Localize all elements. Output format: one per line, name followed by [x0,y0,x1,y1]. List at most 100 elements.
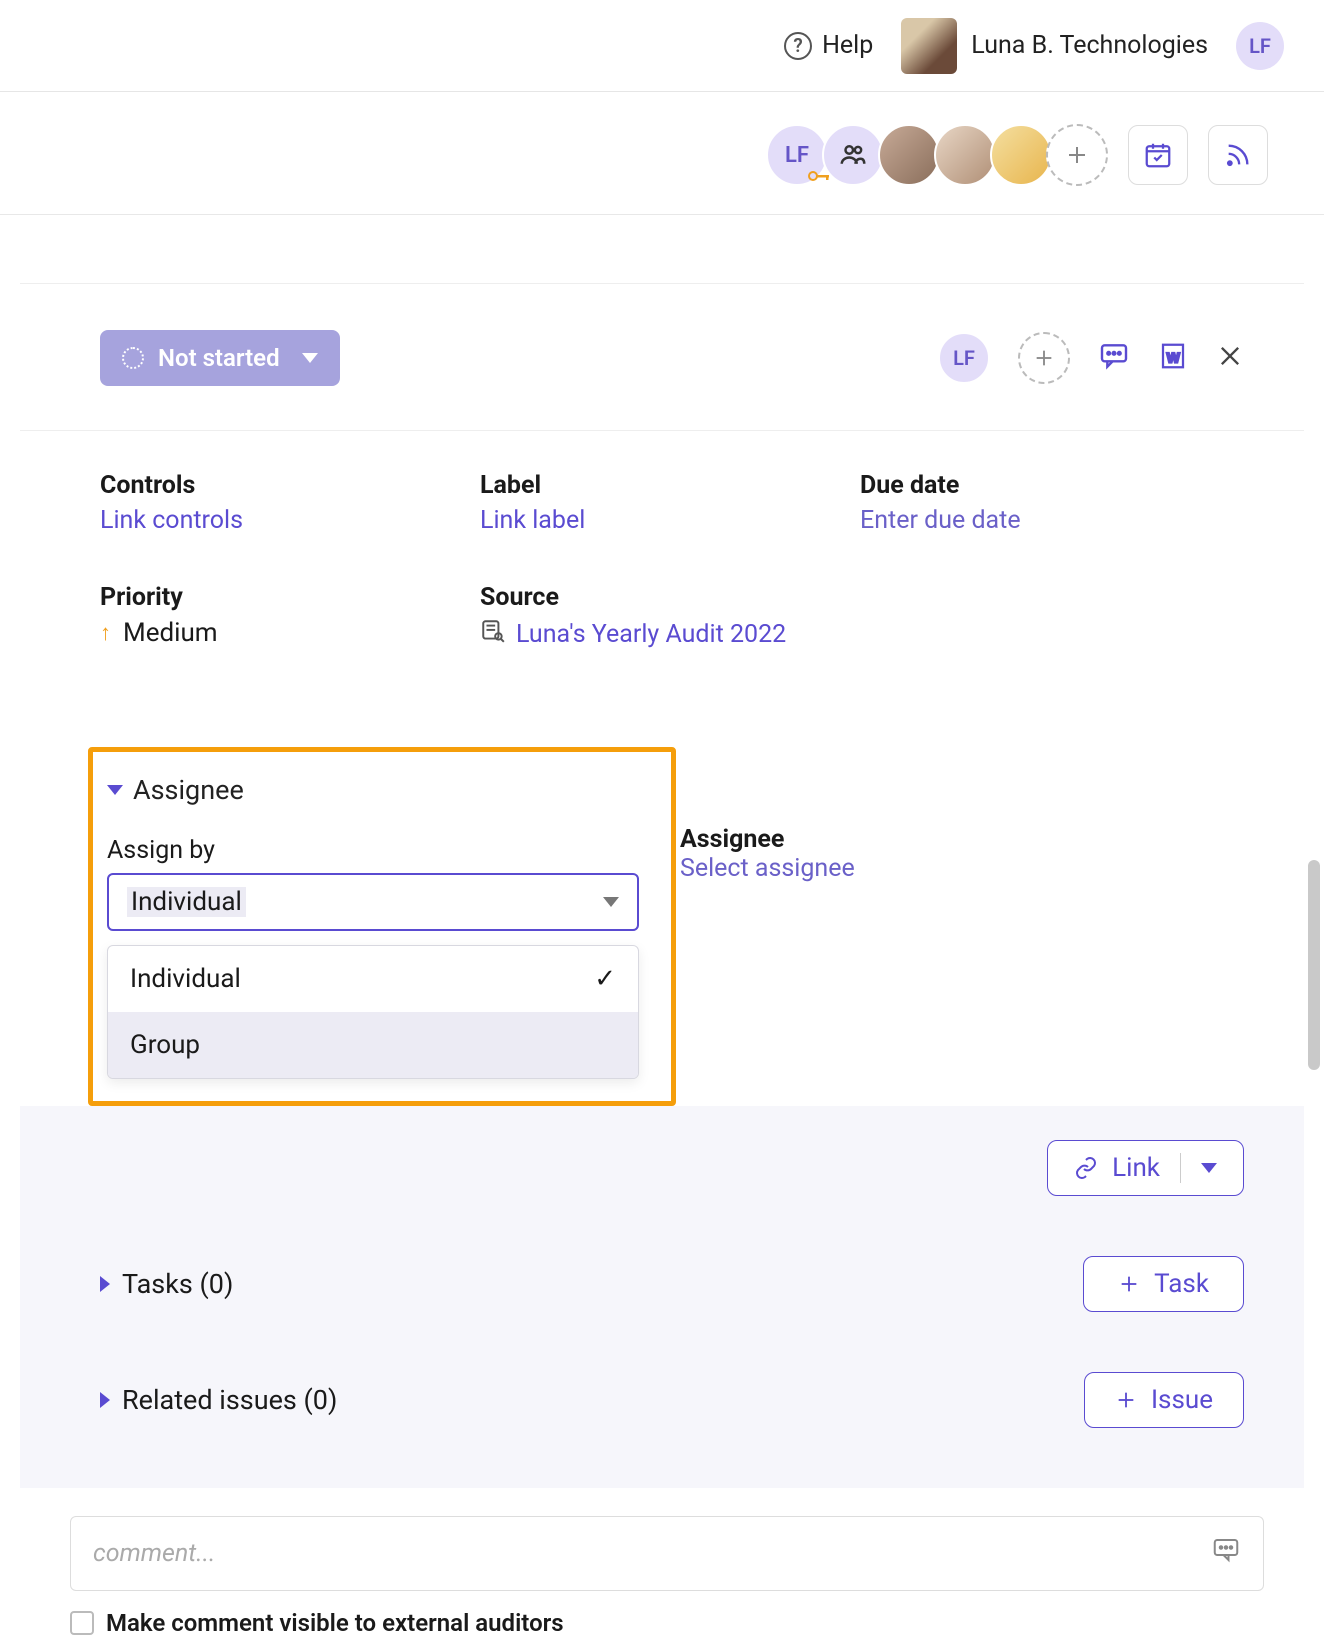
add-issue-button[interactable]: Issue [1084,1372,1244,1428]
assign-by-dropdown: Individual ✓ Group [107,945,639,1079]
avatar-initials: LF [785,143,809,168]
add-participant-button[interactable] [1046,124,1108,186]
field-priority: Priority ↑ Medium [100,583,480,651]
group-icon [838,140,868,170]
priority-value[interactable]: ↑ Medium [100,618,480,648]
button-label: Task [1154,1269,1209,1299]
field-source: Source Luna's Yearly Audit 2022 [480,583,1224,651]
company-logo [901,18,957,74]
plus-icon [1115,1389,1137,1411]
field-label: Due date [860,471,1224,500]
link-icon [1074,1156,1098,1180]
source-value[interactable]: Luna's Yearly Audit 2022 [480,618,1224,651]
caret-right-icon [100,1392,110,1408]
link-controls[interactable]: Link controls [100,506,480,535]
rss-button[interactable] [1208,125,1268,185]
current-user-avatar[interactable]: LF [1236,22,1284,70]
company-switcher[interactable]: Luna B. Technologies [901,18,1208,74]
svg-text:W: W [1167,350,1180,365]
status-dropdown[interactable]: Not started [100,330,340,386]
caret-right-icon [100,1276,110,1292]
button-label: Issue [1151,1385,1213,1415]
field-label-block: Label Link label [480,471,860,535]
assign-by-select[interactable]: Individual [107,873,639,931]
select-assignee[interactable]: Select assignee [680,854,855,883]
assign-by-label: Assign by [107,836,671,865]
related-section-toggle[interactable]: Related issues (0) [100,1384,337,1416]
participants-row: LF [0,92,1324,214]
assignee-right-column: Assignee Select assignee [680,825,855,883]
assign-by-value: Individual [127,887,246,917]
section-title: Related issues (0) [122,1384,337,1416]
avatar-initials: LF [1249,34,1271,58]
option-group[interactable]: Group [108,1012,638,1078]
close-icon [1216,342,1244,370]
fields-grid: Controls Link controls Label Link label … [20,430,1304,711]
related-section-row: Related issues (0) Issue [100,1342,1244,1458]
priority-text: Medium [123,618,218,648]
lower-sections: Links (0) Link Tasks (0) Task [20,1106,1304,1488]
comment-icon [1098,340,1130,372]
status-spinner-icon [122,347,144,369]
comment-input[interactable]: comment... [70,1516,1264,1591]
help-label: Help [822,31,873,60]
option-individual[interactable]: Individual ✓ [108,946,638,1012]
priority-arrow-icon: ↑ [100,620,111,646]
field-label: Controls [100,471,480,500]
status-label: Not started [158,344,280,372]
section-title: Tasks (0) [122,1268,233,1300]
assignee-section-title: Assignee [133,774,244,806]
assignee-section-toggle[interactable]: Assignee [107,774,671,806]
calendar-check-icon [1143,140,1173,170]
add-owner-button[interactable] [1018,332,1070,384]
enter-due-date[interactable]: Enter due date [860,506,1224,535]
avatar-user-2[interactable] [934,124,996,186]
company-name: Luna B. Technologies [971,31,1208,60]
avatar-group[interactable] [822,124,884,186]
comment-placeholder: comment... [93,1539,215,1568]
comment-icon-button[interactable] [1098,340,1130,376]
main-panel: Not started LF W [20,283,1304,1106]
caret-down-icon [603,897,619,907]
add-task-button[interactable]: Task [1083,1256,1244,1312]
link-button[interactable]: Link [1047,1140,1244,1196]
scrollbar-thumb[interactable] [1308,860,1320,1070]
bookmark-icon-button[interactable]: W [1158,341,1188,375]
avatar-user-1[interactable] [878,124,940,186]
divider [1180,1153,1181,1183]
check-icon: ✓ [594,964,616,994]
close-button[interactable] [1216,342,1244,374]
panel-header-actions: LF W [938,332,1244,384]
comment-area: comment... Make comment visible to exter… [70,1516,1264,1637]
option-label: Individual [130,964,241,994]
panel-owner-avatar[interactable]: LF [938,332,990,384]
field-label: Source [480,583,1224,612]
avatar-lf[interactable]: LF [766,124,828,186]
comment-visibility-row: Make comment visible to external auditor… [70,1609,1264,1637]
tasks-section-toggle[interactable]: Tasks (0) [100,1268,233,1300]
button-label: Link [1112,1153,1160,1183]
caret-down-icon [1201,1163,1217,1173]
main-panel-wrap: Not started LF W [0,214,1324,1637]
field-due-date: Due date Enter due date [860,471,1224,535]
assignee-section-highlight: Assignee Assign by Individual Individual… [88,747,676,1106]
panel-header: Not started LF W [20,284,1304,430]
visibility-checkbox[interactable] [70,1611,94,1635]
link-label[interactable]: Link label [480,506,860,535]
avatar-stack: LF [772,124,1108,186]
plus-icon [1118,1273,1140,1295]
field-label: Label [480,471,860,500]
rss-icon [1224,141,1252,169]
source-link[interactable]: Luna's Yearly Audit 2022 [516,620,786,649]
links-section-row: Links (0) Link [100,1130,1244,1226]
help-link[interactable]: ? Help [784,31,873,60]
field-controls: Controls Link controls [100,471,480,535]
calendar-button[interactable] [1128,125,1188,185]
caret-down-icon [107,785,123,795]
visibility-label: Make comment visible to external auditor… [106,1609,564,1637]
avatar-initials: LF [953,346,975,370]
avatar-user-3[interactable] [990,124,1052,186]
caret-down-icon [302,353,318,363]
option-label: Group [130,1030,200,1060]
help-icon: ? [784,32,812,60]
